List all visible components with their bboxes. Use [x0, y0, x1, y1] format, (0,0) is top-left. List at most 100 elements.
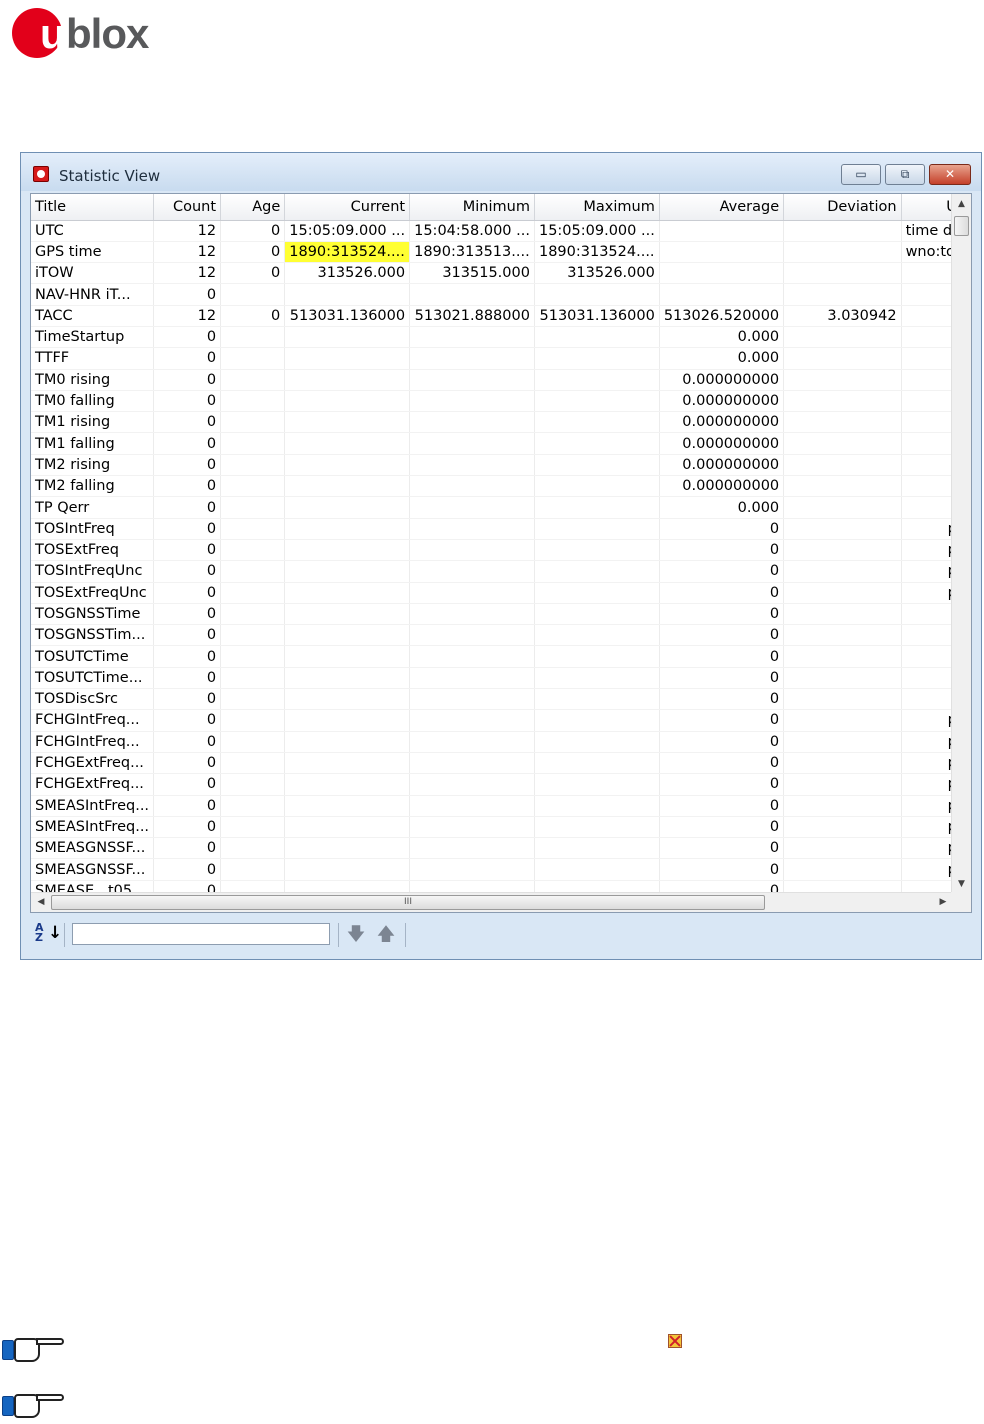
table-cell	[220, 326, 286, 349]
table-cell: SMEASGNSSF...	[31, 858, 155, 881]
table-row[interactable]: TM2 falling 0 0.000000000	[31, 475, 971, 498]
column-header-minimum[interactable]: Minimum	[409, 194, 535, 221]
table-row[interactable]: TOSExtFreq00pp	[31, 539, 971, 562]
table-row[interactable]: GPS time 12 0 1890:313524.... 1890:313513...…	[31, 241, 971, 264]
table-header-row: Title Count Age Current Minimum Maximum Averag…	[31, 194, 971, 221]
table-row[interactable]: TOSIntFreq00pp	[31, 518, 971, 540]
table-cell: 0	[153, 454, 222, 477]
app-icon[interactable]	[33, 166, 49, 182]
table-cell: 1890:313513....	[409, 241, 535, 264]
find-input[interactable]	[72, 923, 330, 945]
table-cell	[783, 241, 902, 264]
table-cell	[220, 283, 286, 306]
table-cell: SMEASGNSSF...	[31, 837, 155, 860]
table-cell	[534, 283, 660, 306]
table-cell	[284, 539, 411, 562]
table-cell: GPS time	[31, 241, 155, 264]
table-row[interactable]: TACC 12 0 513031.136000 513021.888000 513031.…	[31, 305, 971, 327]
table-cell	[409, 475, 535, 498]
find-toolbar: A Z ↓ 🡇 🡅	[30, 917, 972, 951]
horizontal-scrollbar[interactable]: ◀ III ▶	[31, 892, 953, 912]
table-cell	[659, 241, 785, 264]
table-row[interactable]: iTOW 12 0 313526.000 313515.000 313526.000	[31, 262, 971, 285]
table-row[interactable]: TOSUTCTime...00r	[31, 667, 971, 690]
table-row[interactable]: SMEASIntFreq...00pp	[31, 816, 971, 839]
table-cell	[220, 411, 286, 434]
table-cell	[783, 645, 902, 668]
table-row[interactable]: TM0 rising 0 0.000000000	[31, 369, 971, 391]
vertical-scroll-thumb[interactable]	[954, 216, 969, 236]
table-row[interactable]: FCHGExtFreq...00pp	[31, 773, 971, 796]
table-cell	[284, 411, 411, 434]
table-row[interactable]: TimeStartup 0 0.000	[31, 326, 971, 349]
column-header-average[interactable]: Average	[659, 194, 785, 221]
table-cell	[409, 795, 535, 817]
maximize-button[interactable]: ⧉	[885, 164, 925, 185]
column-header-maximum[interactable]: Maximum	[534, 194, 660, 221]
table-row[interactable]: TOSGNSSTime00r	[31, 603, 971, 626]
vertical-scrollbar[interactable]: ▲ ▼	[951, 194, 971, 894]
window-titlebar[interactable]: Statistic View ▭ ⧉ ✕	[21, 153, 981, 191]
table-cell	[220, 773, 286, 796]
table-cell	[783, 518, 902, 540]
table-cell	[220, 582, 286, 604]
table-row[interactable]: TM2 rising 0 0.000000000	[31, 454, 971, 477]
table-row[interactable]: TOSGNSSTim...00r	[31, 624, 971, 647]
scroll-down-icon[interactable]: ▼	[952, 874, 971, 894]
toolbar-separator	[405, 923, 406, 947]
sort-az-icon[interactable]: A Z ↓	[35, 922, 62, 945]
table-cell: 0	[659, 816, 785, 839]
scroll-up-icon[interactable]: ▲	[952, 194, 971, 214]
table-cell	[409, 816, 535, 839]
table-row[interactable]: TTFF 0 0.000	[31, 347, 971, 370]
table-row[interactable]: TM1 rising 0 0.000000000	[31, 411, 971, 434]
table-cell	[783, 795, 902, 817]
table-cell: 0	[220, 262, 286, 285]
table-row[interactable]: TM1 falling 0 0.000000000	[31, 432, 971, 455]
table-cell	[220, 624, 286, 647]
table-row[interactable]: TOSIntFreqUnc00pp	[31, 560, 971, 583]
table-cell	[783, 773, 902, 796]
table-cell: 15:04:58.000 ...	[409, 220, 535, 242]
table-cell	[220, 518, 286, 540]
column-header-current[interactable]: Current	[284, 194, 411, 221]
table-cell	[783, 283, 902, 306]
table-row[interactable]: SMEASGNSSF...00pp	[31, 858, 971, 881]
table-cell: TM2 rising	[31, 454, 155, 477]
table-row[interactable]: TOSExtFreqUnc00pp	[31, 582, 971, 604]
horizontal-scroll-thumb[interactable]: III	[51, 895, 765, 910]
table-row[interactable]: SMEASGNSSF...00pp	[31, 837, 971, 860]
table-row[interactable]: FCHGExtFreq...00pp	[31, 752, 971, 775]
table-row[interactable]: TP Qerr00.000r	[31, 496, 971, 519]
table-row[interactable]: NAV-HNR iT... 0	[31, 283, 971, 306]
find-next-button[interactable]: 🡇	[344, 923, 368, 947]
find-previous-button[interactable]: 🡅	[374, 923, 398, 947]
close-button[interactable]: ✕	[929, 164, 971, 185]
table-row[interactable]: UTC 12 0 15:05:09.000 ... 15:04:58.000 ... 15…	[31, 220, 971, 242]
column-header-age[interactable]: Age	[220, 194, 286, 221]
scroll-left-icon[interactable]: ◀	[31, 893, 51, 912]
table-row[interactable]: TOSUTCTime00r	[31, 645, 971, 668]
table-cell	[409, 731, 535, 753]
column-header-title[interactable]: Title	[31, 194, 155, 221]
table-cell	[220, 688, 286, 711]
table-row[interactable]: SMEASIntFreq...00pp	[31, 795, 971, 817]
table-cell: 0.000000000	[659, 390, 785, 413]
table-cell: 0	[153, 582, 222, 604]
table-cell: TM2 falling	[31, 475, 155, 498]
sort-arrow-icon: ↓	[48, 923, 63, 943]
table-row[interactable]: FCHGIntFreq...00pp	[31, 709, 971, 732]
table-cell	[409, 688, 535, 711]
table-cell: 513026.520000	[659, 305, 785, 327]
table-cell: 1890:313524....	[534, 241, 660, 264]
minimize-button[interactable]: ▭	[841, 164, 881, 185]
table-row[interactable]: TM0 falling 0 0.000000000	[31, 390, 971, 413]
table-row[interactable]: FCHGIntFreq...00pp	[31, 731, 971, 753]
table-cell: TimeStartup	[31, 326, 155, 349]
table-row[interactable]: TOSDiscSrc 0 0	[31, 688, 971, 711]
table-cell: 0	[659, 795, 785, 817]
table-cell	[284, 390, 411, 413]
column-header-count[interactable]: Count	[153, 194, 222, 221]
scroll-right-icon[interactable]: ▶	[933, 893, 953, 912]
column-header-deviation[interactable]: Deviation	[783, 194, 902, 221]
